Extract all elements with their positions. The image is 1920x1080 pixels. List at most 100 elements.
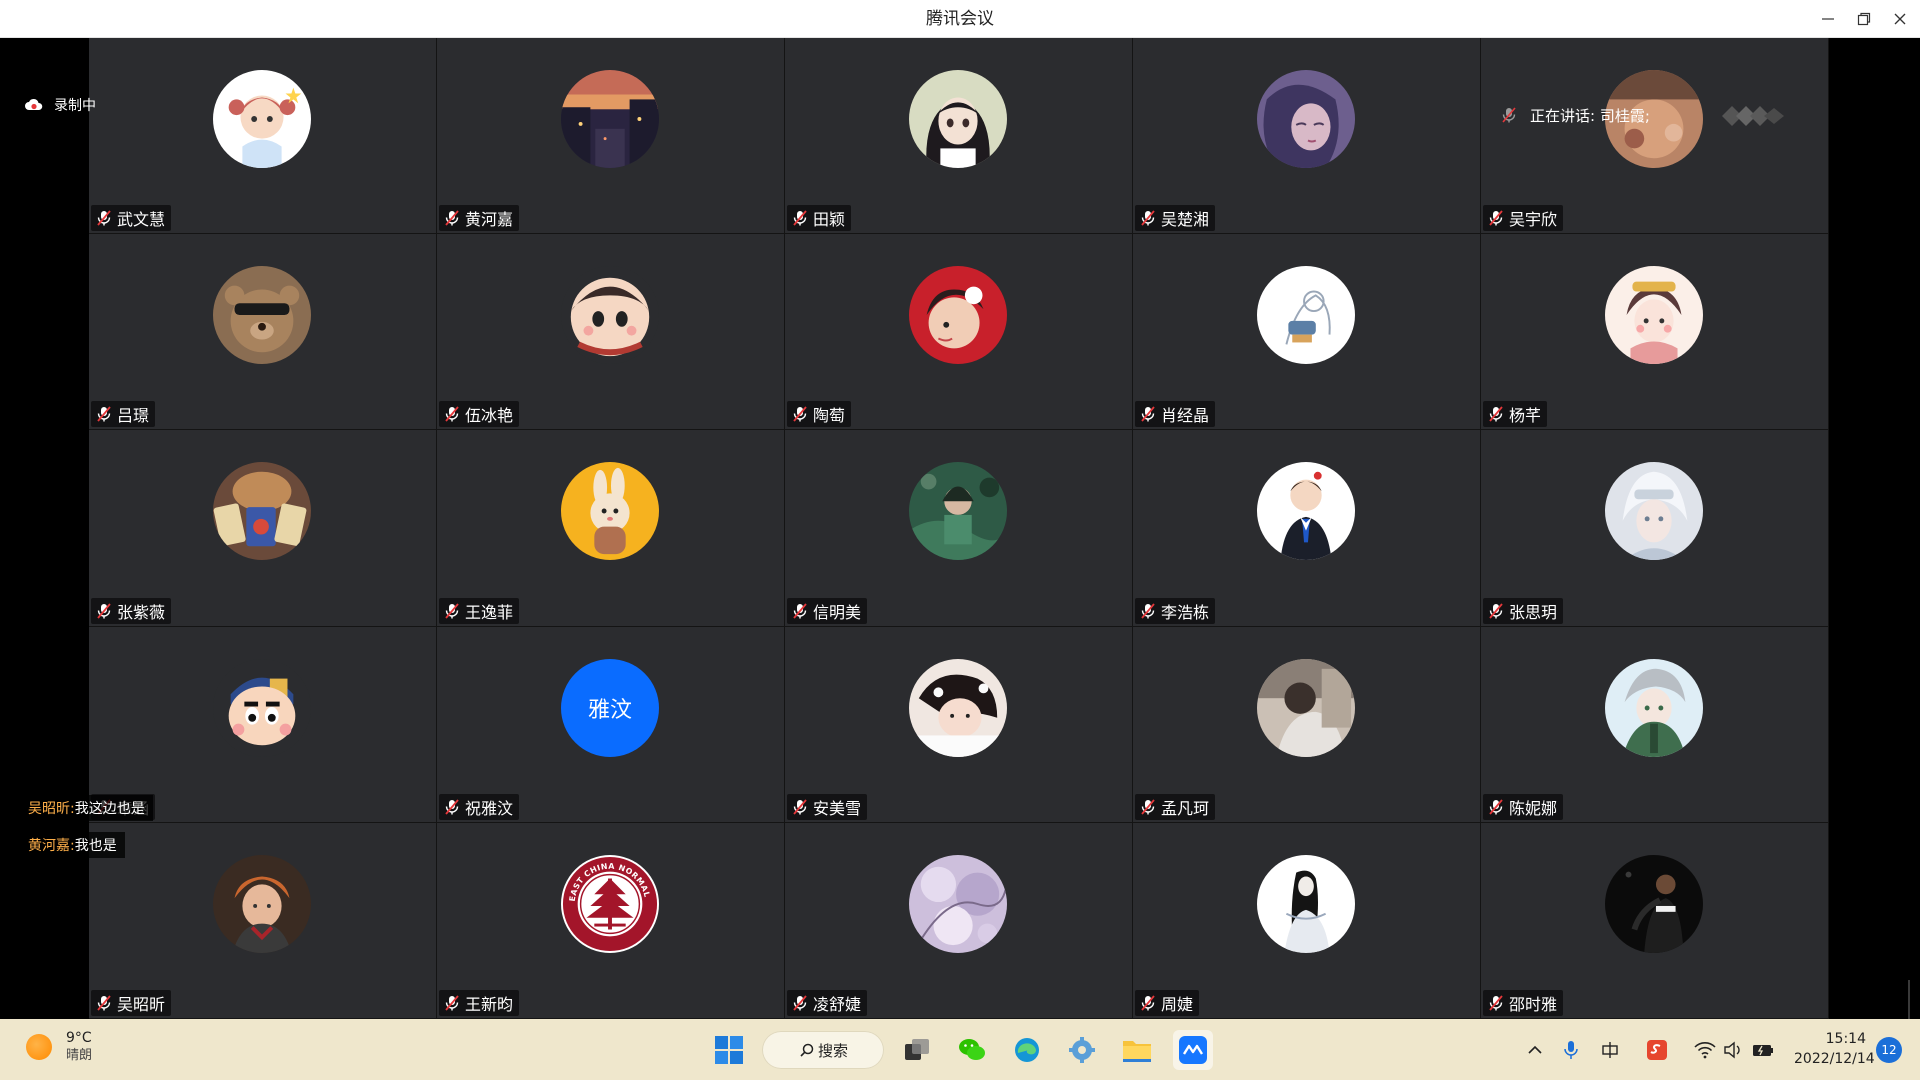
- participant-tile[interactable]: 张思玥: [1481, 430, 1829, 627]
- participant-name: 杨芊: [1509, 406, 1542, 426]
- participant-tile[interactable]: 伍冰艳: [437, 234, 785, 431]
- participant-tile[interactable]: 张紫薇: [89, 430, 437, 627]
- chevron-up-icon: [1528, 1045, 1542, 1054]
- muted-mic-icon: [1141, 799, 1155, 815]
- participant-name: 黄河嘉: [465, 210, 514, 230]
- tencent-meeting-icon: [1179, 1036, 1207, 1064]
- tencent-meeting-app[interactable]: [1173, 1030, 1213, 1070]
- start-button[interactable]: [712, 1033, 746, 1067]
- participant-tile[interactable]: 杨芊: [1481, 234, 1829, 431]
- painted-woman-avatar-icon: [1257, 70, 1355, 168]
- participant-tile[interactable]: 章涵: [89, 626, 437, 823]
- participant-tile[interactable]: 安美雪: [785, 626, 1133, 823]
- participant-tile[interactable]: 孟凡珂: [1133, 626, 1481, 823]
- gear-icon: [1069, 1037, 1095, 1063]
- input-method-icon: [1602, 1042, 1618, 1058]
- participant-tile[interactable]: 信明美: [785, 430, 1133, 627]
- weather-temperature: 9°C: [66, 1030, 92, 1046]
- participant-tile[interactable]: 周婕: [1133, 822, 1481, 1019]
- edge-browser-app[interactable]: [1010, 1033, 1044, 1067]
- participant-nametag: 田颖: [787, 205, 852, 232]
- participant-tile[interactable]: 吴楚湘: [1133, 38, 1481, 235]
- participant-tile[interactable]: 邵时雅: [1481, 822, 1829, 1019]
- battery-tray[interactable]: [1750, 1037, 1776, 1063]
- recording-indicator[interactable]: 录制中: [24, 95, 96, 115]
- chat-bubble: 黄河嘉: 我也是: [22, 832, 125, 858]
- participant-tile[interactable]: 吴昭昕: [89, 822, 437, 1019]
- participant-tile[interactable]: 李浩栋: [1133, 430, 1481, 627]
- chat-sender: 吴昭昕:: [28, 801, 75, 817]
- participant-tile[interactable]: 陈妮娜: [1481, 626, 1829, 823]
- muted-mic-icon: [445, 799, 459, 815]
- avatar: [561, 462, 659, 561]
- child-red-avatar-icon: [909, 266, 1007, 365]
- show-hidden-icons[interactable]: [1522, 1037, 1548, 1063]
- task-view-icon: [905, 1039, 929, 1060]
- muted-mic-icon: [445, 406, 459, 422]
- avatar: [1257, 658, 1355, 757]
- participant-tile[interactable]: EAST CHINA NORMAL UNIVERSITY 王新昀: [437, 822, 785, 1019]
- wifi-icon: [1694, 1042, 1716, 1059]
- avatar: [909, 854, 1007, 953]
- participant-nametag: 周婕: [1135, 989, 1200, 1016]
- bunny-yellow-avatar-icon: [561, 462, 659, 561]
- anime-girl-avatar-icon: [909, 70, 1007, 168]
- participant-name: 王新昀: [465, 994, 514, 1014]
- volume-tray[interactable]: [1720, 1037, 1746, 1063]
- participant-tile[interactable]: 雅汶 祝雅汶: [437, 626, 785, 823]
- performer-dark-avatar-icon: [1605, 854, 1703, 953]
- chat-message: 我也是: [74, 838, 117, 854]
- edge-icon: [1015, 1038, 1039, 1062]
- muted-mic-icon: [97, 995, 111, 1011]
- muted-mic-icon: [445, 210, 459, 226]
- muted-mic-icon: [1489, 799, 1503, 815]
- avatar: [909, 658, 1007, 757]
- participant-tile[interactable]: 陶萄: [785, 234, 1133, 431]
- wechat-app[interactable]: [955, 1033, 989, 1067]
- participant-name: 安美雪: [813, 798, 862, 818]
- shield-app-icon: [1647, 1040, 1667, 1060]
- task-view-button[interactable]: [900, 1033, 934, 1067]
- windows-icon: [715, 1036, 743, 1064]
- participant-nametag: 邵时雅: [1483, 989, 1564, 1016]
- participant-nametag: 祝雅汶: [439, 793, 520, 820]
- system-clock[interactable]: 15:14 2022/12/14: [1794, 1029, 1875, 1069]
- taskbar-search[interactable]: 搜索: [762, 1031, 884, 1069]
- participant-tile[interactable]: 吴宇欣: [1481, 38, 1829, 235]
- participant-name: 吴昭昕: [117, 994, 166, 1014]
- muted-mic-icon: [793, 210, 807, 226]
- participant-name: 祝雅汶: [465, 798, 514, 818]
- participant-tile[interactable]: 吕璟: [89, 234, 437, 431]
- settings-app[interactable]: [1065, 1033, 1099, 1067]
- sun-icon: [26, 1034, 52, 1060]
- antivirus-tray[interactable]: [1644, 1037, 1670, 1063]
- participant-nametag: 武文慧: [91, 205, 172, 232]
- avatar: EAST CHINA NORMAL UNIVERSITY: [561, 854, 659, 953]
- participant-nametag: 吴昭昕: [91, 989, 172, 1016]
- close-button[interactable]: [1882, 0, 1918, 38]
- speaking-indicator: 正在讲话: 司桂霞;: [1500, 97, 1650, 133]
- city-street-night-avatar-icon: [561, 70, 659, 168]
- participant-tile[interactable]: 田颖: [785, 38, 1133, 235]
- participant-name: 张思玥: [1509, 602, 1558, 622]
- file-explorer-app[interactable]: [1120, 1033, 1154, 1067]
- avatar: [909, 462, 1007, 561]
- participant-name: 吴宇欣: [1509, 210, 1558, 230]
- minimize-button[interactable]: [1810, 0, 1846, 38]
- participant-tile[interactable]: 肖经晶: [1133, 234, 1481, 431]
- chat-sender: 黄河嘉:: [28, 838, 75, 854]
- participant-tile[interactable]: 王逸菲: [437, 430, 785, 627]
- input-method-tray[interactable]: [1597, 1037, 1623, 1063]
- cartoon-face-avatar-icon: [561, 266, 659, 365]
- weather-widget[interactable]: 9°C 晴朗: [26, 1029, 92, 1065]
- participant-tile[interactable]: 武文慧: [89, 38, 437, 235]
- muted-mic-icon: [1489, 210, 1503, 226]
- notification-badge[interactable]: 12: [1876, 1037, 1902, 1063]
- microphone-tray[interactable]: [1558, 1037, 1584, 1063]
- wifi-tray[interactable]: [1692, 1037, 1718, 1063]
- participant-tile[interactable]: 黄河嘉: [437, 38, 785, 235]
- restore-button[interactable]: [1846, 0, 1882, 38]
- avatar: [213, 658, 311, 757]
- chat-bubble: 吴昭昕: 我这边也是: [22, 795, 153, 821]
- participant-tile[interactable]: 凌舒婕: [785, 822, 1133, 1019]
